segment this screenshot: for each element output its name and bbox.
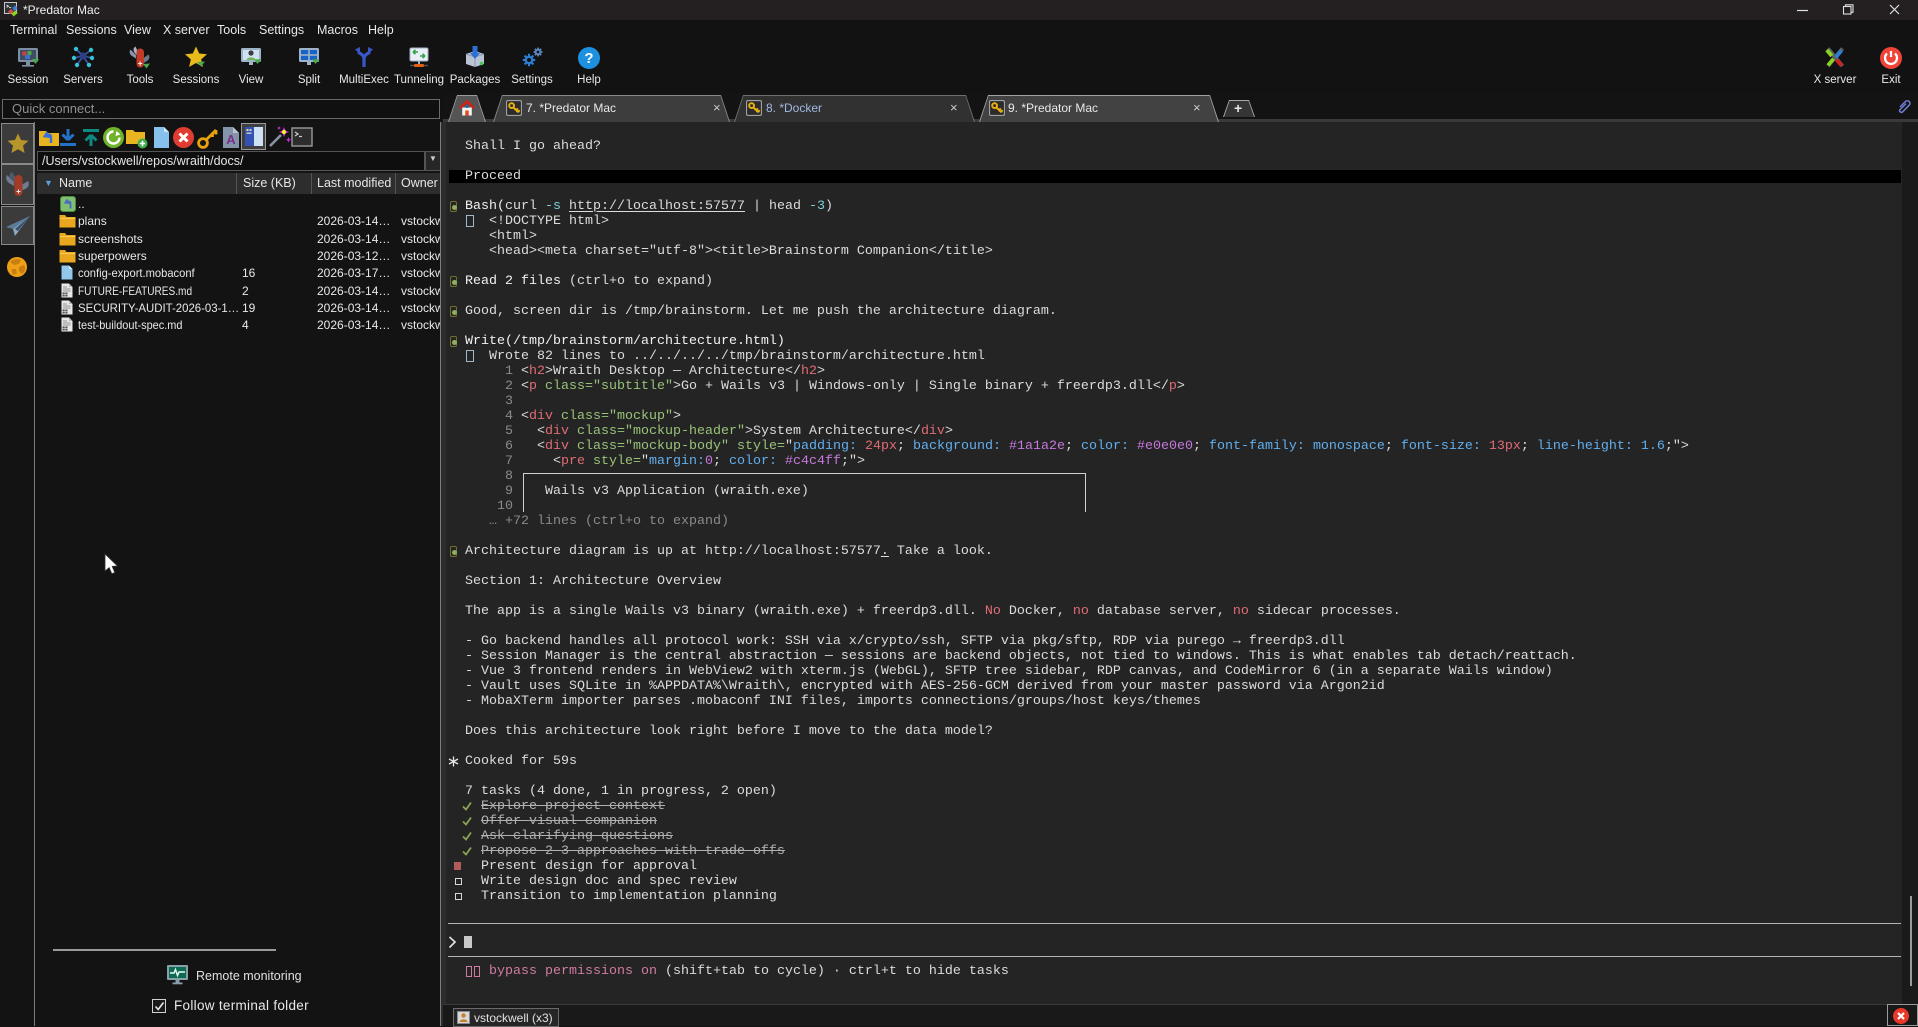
svg-text:?: ?: [584, 50, 593, 67]
svg-text:A: A: [226, 132, 236, 147]
